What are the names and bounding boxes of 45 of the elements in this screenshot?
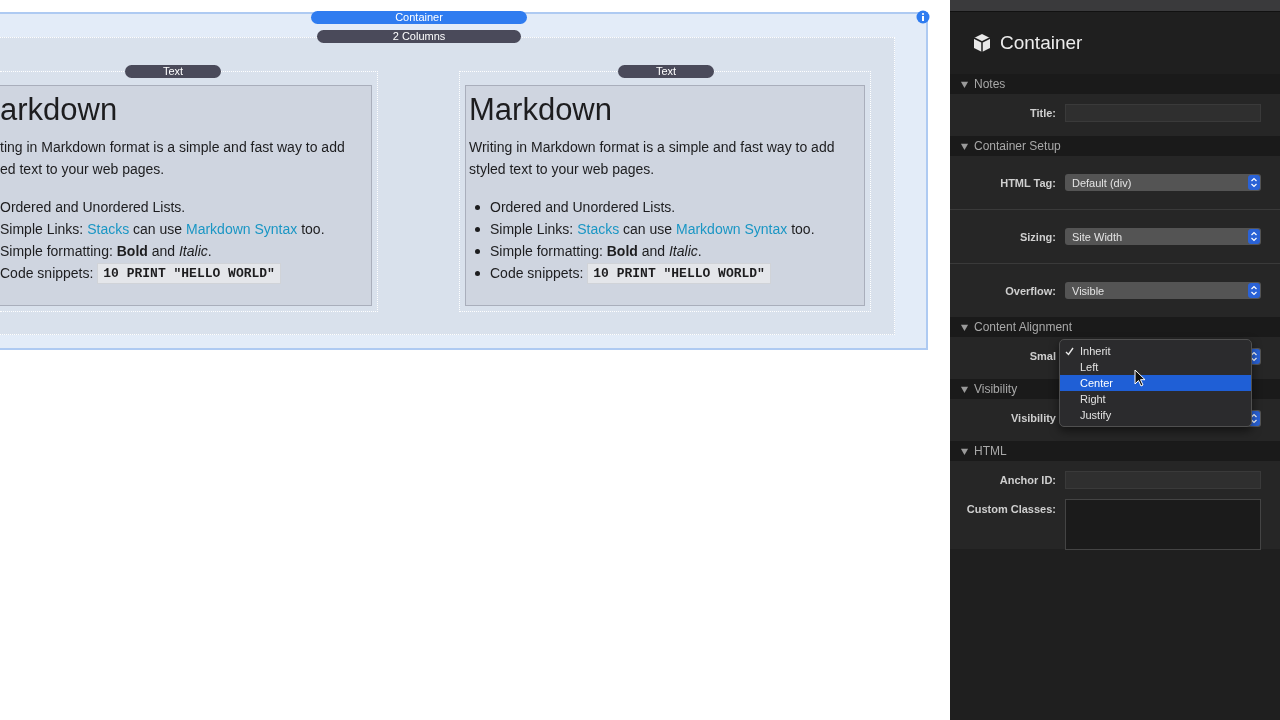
dropdown[interactable]: Visible: [1065, 282, 1261, 299]
menu-item[interactable]: Left: [1060, 358, 1251, 375]
list-text: Code snippets:: [490, 265, 585, 281]
field-label: Anchor ID:: [998, 474, 1056, 486]
section-header[interactable]: Content Alignment: [950, 317, 1280, 337]
field-label: Smal: [1028, 350, 1056, 362]
list-text: Ordered and Unordered Lists.: [0, 199, 186, 215]
list-text: too.: [790, 221, 815, 237]
list-text: Simple Links:: [490, 221, 575, 237]
section-header[interactable]: HTML: [950, 441, 1280, 461]
field-label: Visibility: [1009, 412, 1056, 424]
block-label[interactable]: Text: [125, 65, 221, 78]
dropdown-value: Default (div): [1072, 176, 1132, 189]
field-label: Title:: [1028, 107, 1056, 119]
container-label[interactable]: Container: [311, 11, 527, 24]
section-header[interactable]: Notes: [950, 74, 1280, 94]
list-text: Simple Links:: [0, 221, 85, 237]
list-text: Simple formatting: Bold and Italic.: [490, 243, 702, 259]
heading: arkdown: [0, 92, 119, 128]
menu-item[interactable]: Inherit: [1060, 342, 1251, 359]
menu-item[interactable]: Justify: [1060, 406, 1251, 423]
dropdown[interactable]: Site Width: [1065, 228, 1261, 245]
code-snippet: 10 PRINT "HELLO WORLD": [97, 262, 281, 284]
dropdown[interactable]: Default (div): [1065, 174, 1261, 191]
dropdown-value: Visible: [1072, 284, 1105, 297]
field-label: HTML Tag:: [999, 176, 1056, 189]
paragraph: Writing in Markdown format is a simple and fast way to add styled text to your web pages.: [469, 138, 836, 179]
field-label: Sizing:: [1018, 230, 1056, 243]
field-label: Custom Classes:: [965, 503, 1056, 515]
columns-label[interactable]: 2 Columns: [317, 30, 521, 43]
section-header[interactable]: Container Setup: [950, 136, 1280, 156]
heading: Markdown: [469, 92, 613, 128]
paragraph: ting in Markdown format is a simple and fast way to add ed text to your web pages.: [0, 138, 346, 179]
dropdown-value: Site Width: [1072, 230, 1123, 243]
list-text: too.: [300, 221, 325, 237]
list-text: can use: [132, 221, 184, 237]
list-text: Code snippets:: [0, 265, 95, 281]
field-label: Overflow:: [1004, 284, 1056, 297]
block-label[interactable]: Text: [618, 65, 714, 78]
list-text: Simple formatting: Bold and Italic.: [0, 243, 212, 259]
list-text: Ordered and Unordered Lists.: [490, 199, 676, 215]
menu-item[interactable]: Right: [1060, 390, 1251, 407]
list-text: can use: [622, 221, 674, 237]
code-snippet: 10 PRINT "HELLO WORLD": [587, 262, 771, 284]
panel-title: Container: [1000, 32, 1083, 54]
